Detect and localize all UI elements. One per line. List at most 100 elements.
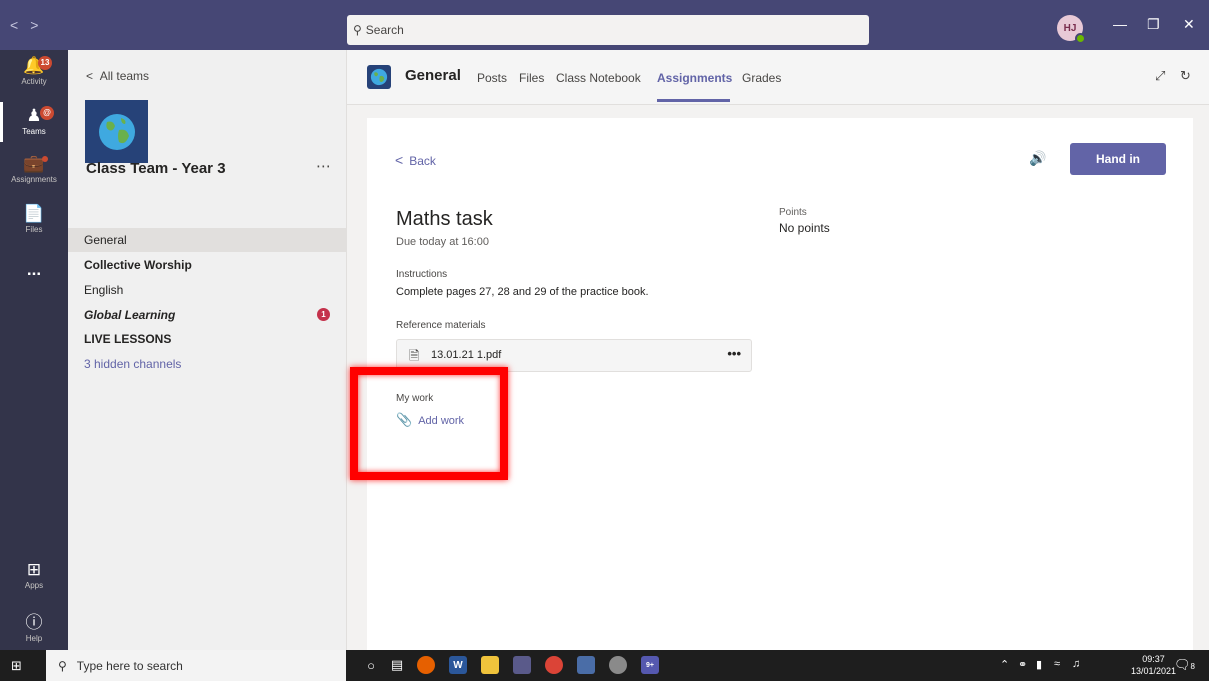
reload-icon[interactable]: ↻	[1180, 68, 1191, 84]
channel-header: General Posts Files Class Notebook Assig…	[347, 50, 1209, 105]
mention-badge: @	[40, 106, 54, 120]
firefox-icon[interactable]	[417, 656, 435, 674]
teams-icon: ♟	[26, 106, 42, 125]
chrome-icon[interactable]	[545, 656, 563, 674]
due-date: Due today at 16:00	[396, 236, 489, 248]
all-teams-link[interactable]: < All teams	[86, 69, 149, 83]
avatar[interactable]: HJ	[1057, 15, 1086, 44]
rail-item-help[interactable]: ⓘ Help	[0, 608, 68, 643]
rail-item-teams[interactable]: ♟ Teams @	[0, 106, 68, 136]
app-icon[interactable]	[609, 656, 627, 674]
paint-icon[interactable]	[513, 656, 531, 674]
channel-team-logo	[367, 65, 391, 89]
title-bar: <> ⚲ Search HJ — ❐ ✕	[0, 0, 1209, 50]
volume-icon[interactable]: ♫	[1072, 658, 1080, 670]
tray-chevron-icon[interactable]: ⌃	[1000, 658, 1009, 671]
channel-english[interactable]: English	[68, 278, 346, 302]
channel-label: English	[84, 283, 124, 297]
points-value: No points	[779, 221, 830, 235]
taskbar-search-placeholder: Type here to search	[76, 658, 183, 673]
minimize-button[interactable]: —	[1113, 16, 1127, 32]
tray-meet-icon[interactable]: ⚭	[1018, 658, 1027, 671]
channel-label: 3 hidden channels	[84, 357, 182, 371]
channel-global-learning[interactable]: Global Learning 1	[68, 303, 346, 327]
assignment-title: Maths task	[396, 208, 493, 230]
rail-item-apps[interactable]: ⊞ Apps	[0, 560, 68, 590]
back-button[interactable]: < Back	[395, 152, 436, 168]
file-explorer-icon[interactable]	[481, 656, 499, 674]
channel-title: General	[405, 67, 461, 84]
cortana-icon[interactable]: ○	[362, 656, 380, 674]
activity-count-badge: 13	[38, 56, 52, 70]
task-view-icon[interactable]: ▤	[388, 656, 406, 674]
taskbar-search-input[interactable]: ⚲ Type here to search	[46, 650, 346, 681]
presence-available-icon	[1075, 33, 1086, 44]
teams-taskbar-icon[interactable]: 9+	[641, 656, 659, 674]
word-icon[interactable]: W	[449, 656, 467, 674]
close-button[interactable]: ✕	[1183, 16, 1195, 33]
bell-icon: 🔔	[23, 56, 45, 75]
channel-collective-worship[interactable]: Collective Worship	[68, 253, 346, 277]
rail-label-apps: Apps	[24, 581, 44, 590]
back-label: Back	[409, 154, 436, 168]
team-logo	[85, 100, 148, 163]
hidden-channels-link[interactable]: 3 hidden channels	[68, 352, 346, 376]
instructions-label: Instructions	[396, 269, 448, 280]
maximize-button[interactable]: ❐	[1147, 16, 1160, 33]
expand-icon[interactable]: ⤢	[1155, 68, 1165, 84]
immersive-reader-icon[interactable]: 🔊	[1029, 150, 1046, 167]
search-icon: ⚲	[58, 658, 67, 673]
files-icon: 📄	[23, 204, 45, 223]
rail-item-assignments[interactable]: 💼 Assignments	[0, 154, 68, 184]
teams-taskbar-badge: 9+	[646, 661, 654, 669]
windows-taskbar: ⊞ ⚲ Type here to search ○ ▤ W 9+ ⌃ ⚭ ▮ ≈…	[0, 650, 1209, 681]
more-icon: ...	[26, 260, 42, 279]
highlight-annotation	[350, 367, 508, 480]
pdf-file-icon: 🗎	[409, 348, 420, 363]
team-options-button[interactable]: ⋯	[316, 157, 331, 175]
history-nav: <>	[10, 17, 50, 33]
search-placeholder: Search	[365, 23, 404, 37]
back-arrow-icon[interactable]: <	[10, 17, 30, 33]
channel-general[interactable]: General	[68, 228, 346, 252]
chevron-left-icon: <	[86, 69, 94, 83]
notification-center-icon[interactable]: 🗨8	[1174, 657, 1195, 673]
tab-posts[interactable]: Posts	[477, 71, 507, 85]
notification-count: 8	[1190, 662, 1195, 671]
avatar-initials: HJ	[1063, 22, 1077, 34]
wifi-icon[interactable]: ≈	[1054, 658, 1060, 670]
rail-label-help: Help	[25, 634, 43, 643]
clock-time: 09:37	[1142, 654, 1165, 664]
team-name: Class Team - Year 3	[86, 160, 226, 177]
rail-label-activity: Activity	[21, 77, 47, 86]
assignments-icon: 💼	[23, 154, 45, 173]
hand-in-button[interactable]: Hand in	[1070, 143, 1166, 175]
globe-icon	[98, 113, 135, 150]
camera-icon[interactable]	[577, 656, 595, 674]
channel-label: Collective Worship	[84, 258, 192, 272]
rail-label-teams: Teams	[22, 127, 46, 136]
windows-start-icon[interactable]: ⊞	[11, 658, 22, 674]
rail-item-more[interactable]: ...	[0, 260, 68, 281]
channel-label: LIVE LESSONS	[84, 332, 172, 346]
all-teams-label: All teams	[99, 69, 150, 83]
file-more-button[interactable]: •••	[727, 346, 741, 361]
tab-assignments[interactable]: Assignments	[657, 71, 732, 85]
search-input[interactable]: ⚲ Search	[347, 15, 869, 45]
tab-files[interactable]: Files	[519, 71, 544, 85]
rail-label-files: Files	[25, 225, 43, 234]
forward-arrow-icon[interactable]: >	[30, 17, 50, 33]
rail-item-activity[interactable]: 🔔 Activity 13	[0, 56, 68, 86]
file-name: 13.01.21 1.pdf	[431, 349, 502, 361]
tab-class-notebook[interactable]: Class Notebook	[556, 71, 641, 85]
clock-date: 13/01/2021	[1131, 666, 1177, 676]
channel-live-lessons[interactable]: LIVE LESSONS	[68, 327, 346, 351]
tab-grades[interactable]: Grades	[742, 71, 781, 85]
battery-icon[interactable]: ▮	[1036, 658, 1042, 671]
rail-item-files[interactable]: 📄 Files	[0, 204, 68, 234]
points-label: Points	[779, 207, 807, 218]
channel-mention-badge: 1	[317, 308, 330, 321]
taskbar-clock[interactable]: 09:37 13/01/2021	[1131, 653, 1176, 677]
instructions-text: Complete pages 27, 28 and 29 of the prac…	[396, 286, 649, 298]
rail-label-assignments: Assignments	[11, 175, 57, 184]
